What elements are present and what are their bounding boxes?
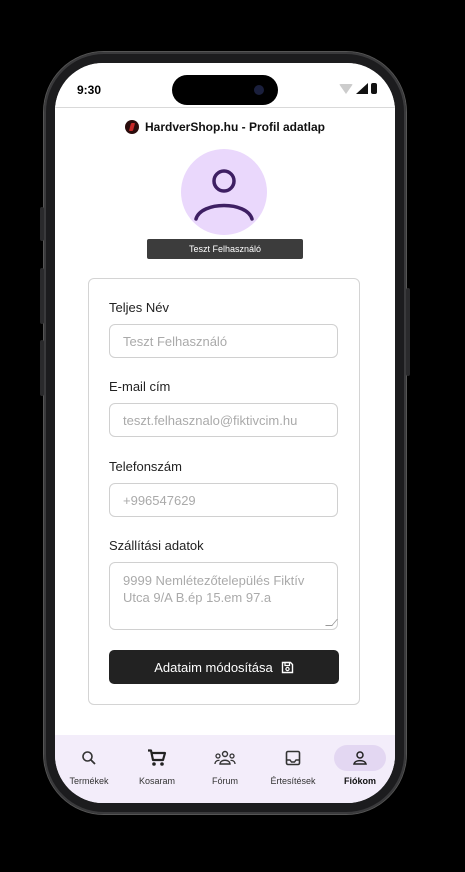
side-button-power [406,288,410,376]
profile-form-card: Teljes Név E-mail cím Telefonszám Szállí… [88,278,360,705]
battery-icon [371,83,377,94]
bottom-navigation: Termékek Kosaram Fórum Értesítések Fióko… [55,735,395,803]
wifi-icon [339,84,353,94]
nav-label-account: Fiókom [343,776,376,786]
status-icons [339,83,377,94]
nav-label-products: Termékek [69,776,109,786]
nav-item-forum[interactable]: Fórum [193,745,257,793]
profile-content: Teszt Felhasználó Teljes Név E-mail cím … [55,145,395,735]
status-time: 9:30 [77,83,102,97]
nav-label-notifications: Értesítések [270,776,316,786]
nav-icon-wrap [141,745,173,771]
phone-field[interactable] [109,483,338,517]
phone-label: Telefonszám [109,459,182,474]
nav-label-forum: Fórum [211,776,238,786]
side-button-volume-up [40,268,44,324]
hardvershop-logo-icon [124,120,139,134]
nav-icon-wrap [277,745,309,771]
app-bar: HardverShop.hu - Profil adatlap [55,107,395,147]
dynamic-island [172,75,278,105]
nav-item-account[interactable]: Fiókom [328,745,392,793]
search-icon [82,751,96,765]
camera-icon [254,85,264,95]
full-name-field[interactable] [109,324,338,358]
signal-icon [356,83,368,94]
display-name-badge: Teszt Felhasználó [147,239,303,259]
page-title: HardverShop.hu - Profil adatlap [144,120,326,134]
phone-screen: 9:30 HardverShop.hu - Profil adatlap Tes… [55,63,395,803]
save-icon [281,661,293,673]
nav-label-cart: Kosaram [138,776,175,786]
side-button-volume-down [40,340,44,396]
person-icon [353,751,367,765]
nav-icon-wrap [334,745,386,771]
nav-item-products[interactable]: Termékek [57,745,121,793]
status-bar: 9:30 [55,63,395,111]
nav-icon-wrap [209,745,241,771]
full-name-label: Teljes Név [109,300,169,315]
cart-icon [148,749,167,766]
nav-item-cart[interactable]: Kosaram [125,745,189,793]
inbox-icon [285,750,301,766]
person-icon [194,169,254,221]
shipping-field[interactable] [109,562,338,630]
shipping-label: Szállítási adatok [109,538,204,553]
avatar[interactable] [181,149,267,235]
update-profile-button[interactable]: Adataim módosítása [109,650,339,684]
side-button-action [40,207,44,241]
email-label: E-mail cím [109,379,171,394]
nav-item-notifications[interactable]: Értesítések [261,745,325,793]
update-profile-label: Adataim módosítása [154,659,273,675]
email-field[interactable] [109,403,338,437]
group-icon [214,750,236,765]
nav-icon-wrap [73,745,105,771]
